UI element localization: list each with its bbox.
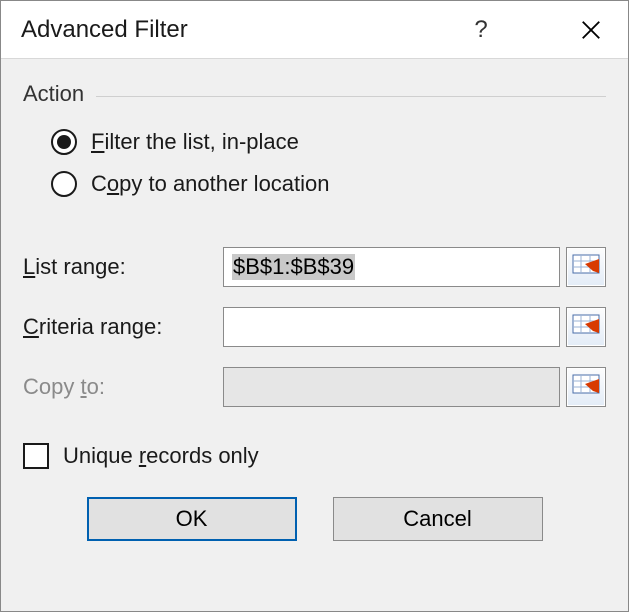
list-range-input[interactable]: $B$1:$B$39: [223, 247, 560, 287]
criteria-range-picker-button[interactable]: [566, 307, 606, 347]
text: C: [91, 171, 107, 196]
criteria-range-row: Criteria range:: [23, 307, 606, 347]
text: ist range:: [35, 254, 126, 279]
text: Unique: [63, 443, 139, 468]
action-group-header: Action: [23, 81, 606, 107]
accelerator: L: [23, 254, 35, 279]
range-select-icon: [572, 313, 600, 341]
unique-records-checkbox-row[interactable]: Unique records only: [23, 443, 606, 469]
ok-button[interactable]: OK: [87, 497, 297, 541]
text: py to another location: [119, 171, 329, 196]
dialog-title: Advanced Filter: [21, 16, 188, 44]
criteria-range-input[interactable]: [223, 307, 560, 347]
radio-label-filter-in-place: Filter the list, in-place: [91, 129, 299, 155]
action-group-label: Action: [23, 81, 96, 107]
copy-to-label: Copy to:: [23, 374, 223, 400]
copy-to-picker-button[interactable]: [566, 367, 606, 407]
accelerator: F: [91, 129, 104, 154]
text: ecords only: [146, 443, 259, 468]
accelerator: o: [107, 171, 119, 196]
text: Copy: [23, 374, 80, 399]
titlebar: Advanced Filter ?: [1, 1, 628, 59]
checkbox-indicator: [23, 443, 49, 469]
range-select-icon: [572, 373, 600, 401]
text: ilter the list, in-place: [104, 129, 298, 154]
cancel-button[interactable]: Cancel: [333, 497, 543, 541]
range-select-icon: [572, 253, 600, 281]
list-range-picker-button[interactable]: [566, 247, 606, 287]
close-button[interactable]: [566, 1, 616, 59]
text: o:: [87, 374, 105, 399]
radio-label-copy-to-location: Copy to another location: [91, 171, 330, 197]
help-icon: ?: [474, 16, 487, 44]
list-range-value: $B$1:$B$39: [232, 254, 355, 280]
dialog-body: Action Filter the list, in-place Copy to…: [1, 59, 628, 611]
advanced-filter-dialog: Advanced Filter ? Action Filter the list…: [0, 0, 629, 612]
help-button[interactable]: ?: [456, 1, 506, 59]
dialog-buttons: OK Cancel: [23, 497, 606, 541]
unique-records-label: Unique records only: [63, 443, 259, 469]
accelerator: C: [23, 314, 39, 339]
action-radio-group: Filter the list, in-place Copy to anothe…: [23, 121, 606, 213]
criteria-range-label: Criteria range:: [23, 314, 223, 340]
copy-to-input: [223, 367, 560, 407]
text: riteria range:: [39, 314, 163, 339]
divider: [96, 96, 606, 97]
radio-indicator: [51, 129, 77, 155]
list-range-row: List range: $B$1:$B$39: [23, 247, 606, 287]
radio-indicator: [51, 171, 77, 197]
copy-to-row: Copy to:: [23, 367, 606, 407]
close-icon: [580, 19, 602, 41]
radio-copy-to-location[interactable]: Copy to another location: [51, 171, 606, 197]
list-range-label: List range:: [23, 254, 223, 280]
radio-filter-in-place[interactable]: Filter the list, in-place: [51, 129, 606, 155]
